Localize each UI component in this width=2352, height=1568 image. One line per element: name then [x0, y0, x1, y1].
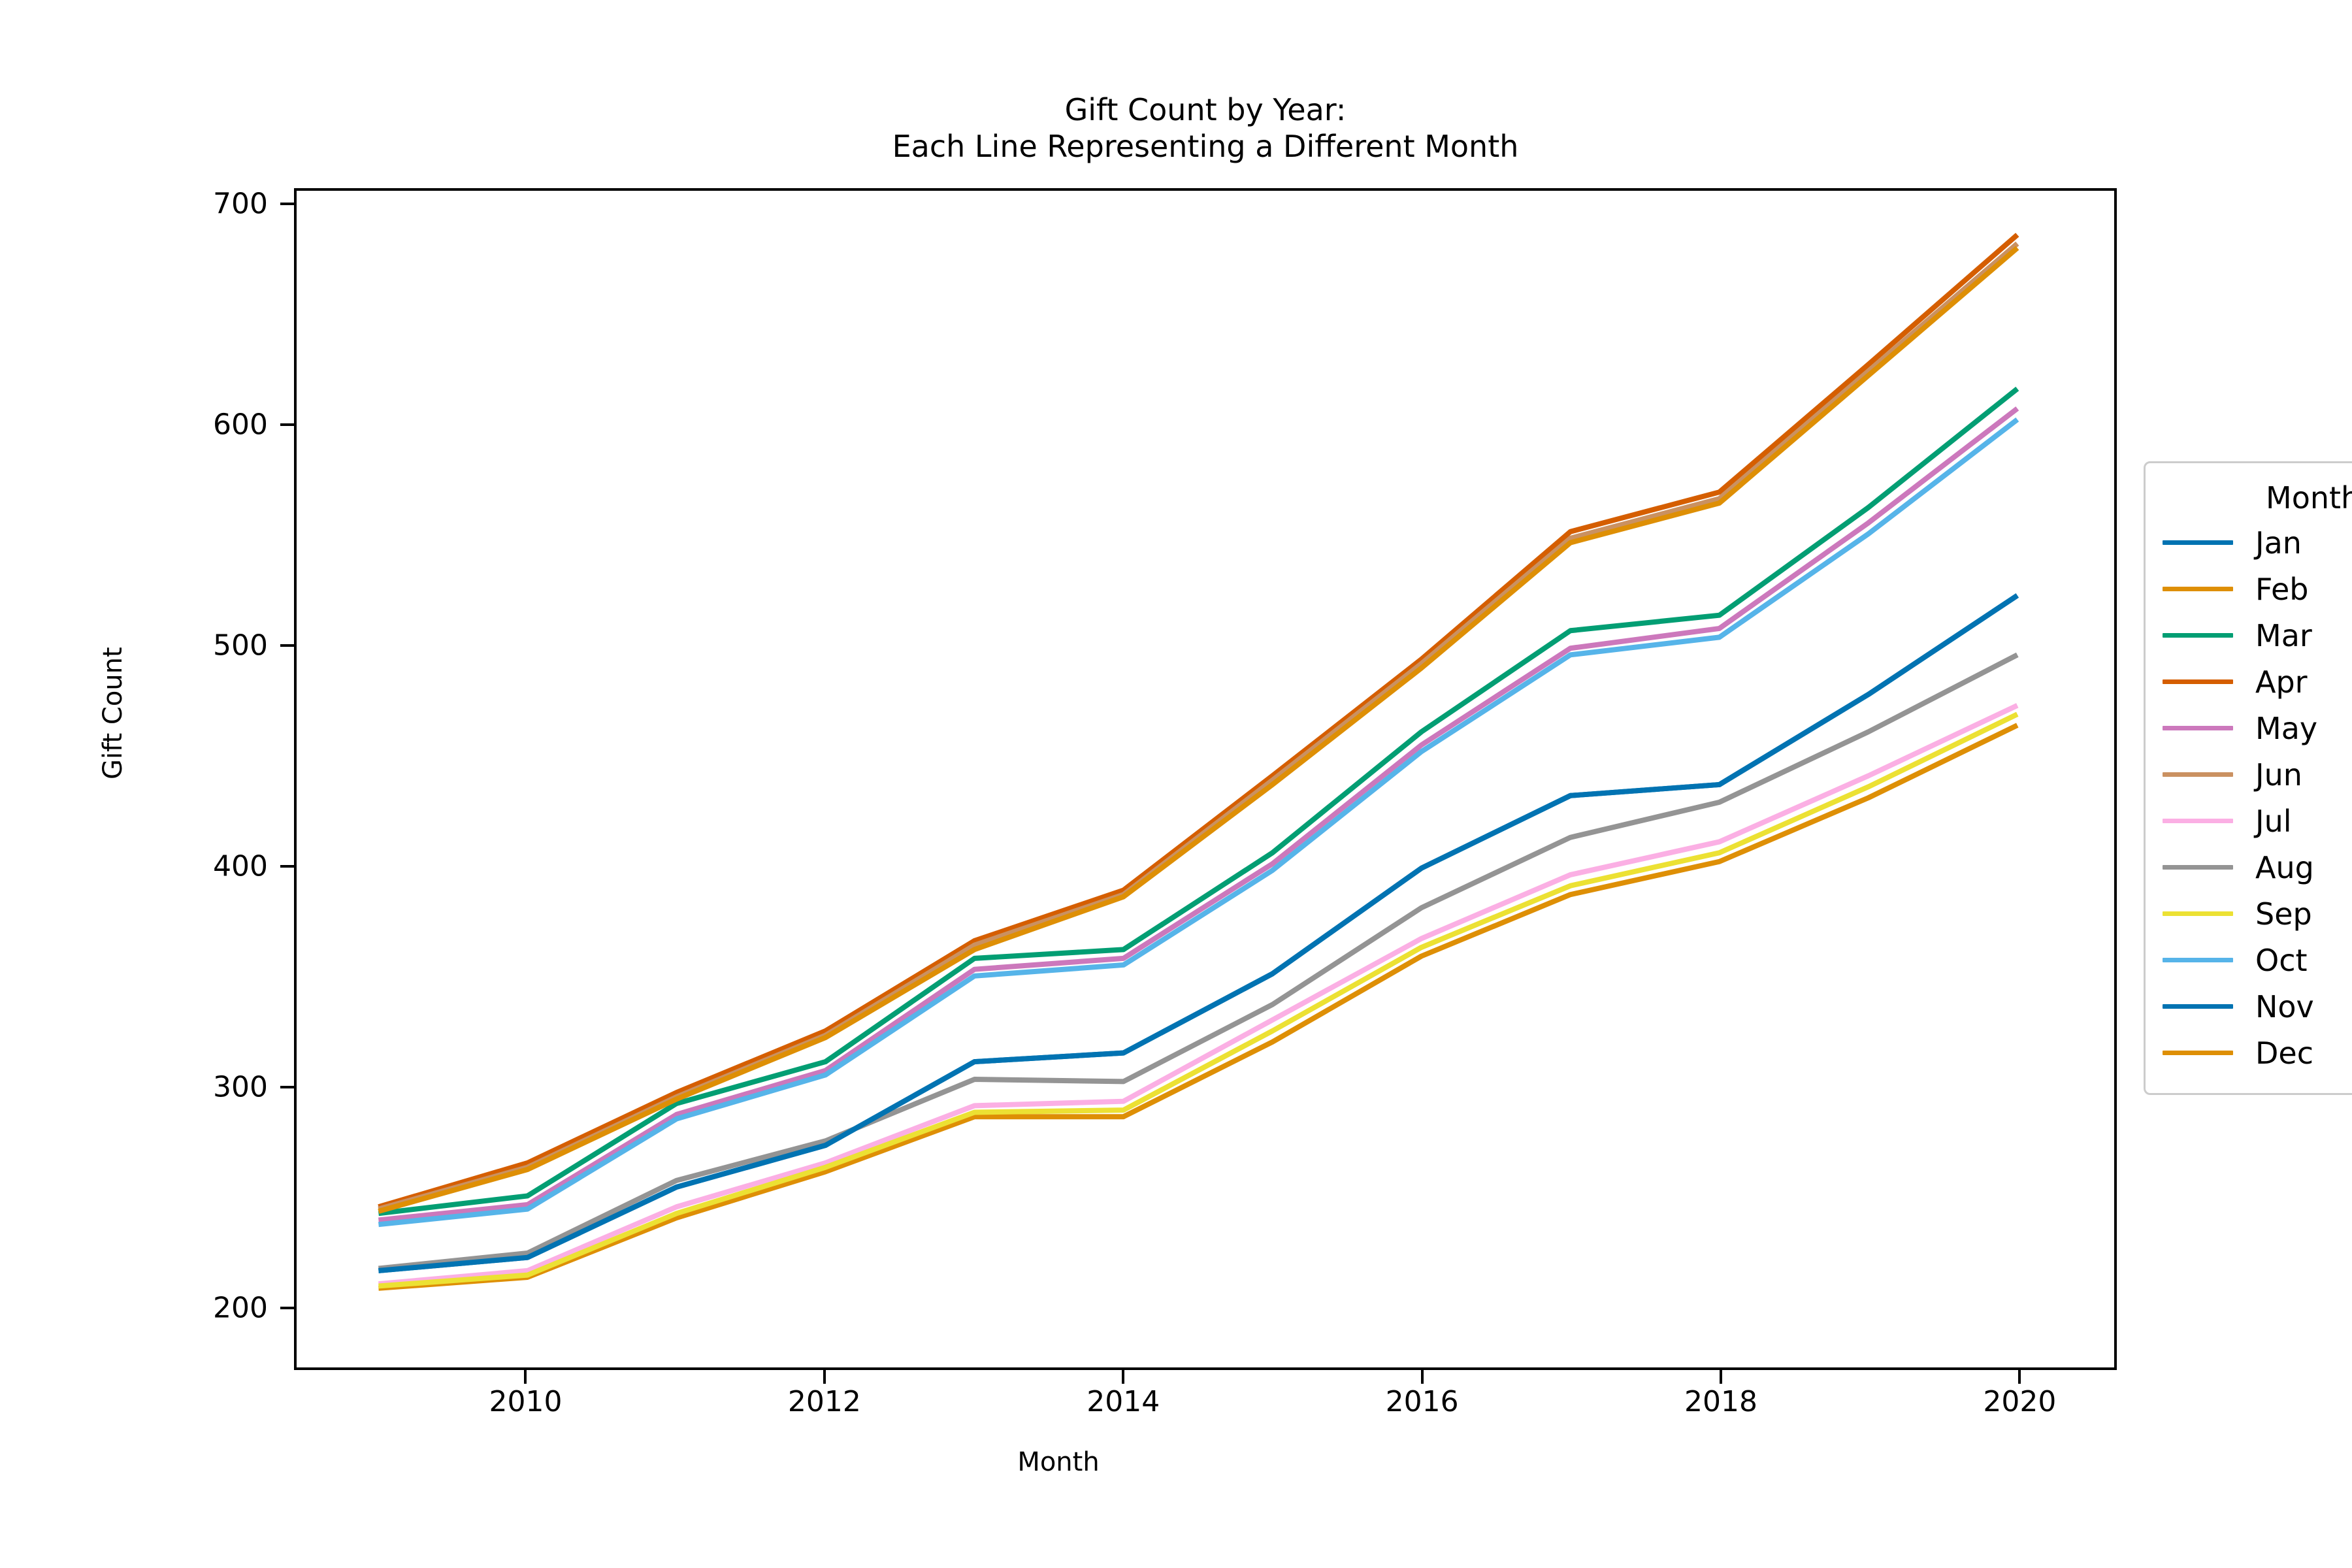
- legend-item-label: Jul: [2255, 803, 2292, 839]
- y-tick-label: 500: [213, 629, 268, 662]
- legend-item-label: Nov: [2255, 988, 2314, 1024]
- y-tick-label: 700: [213, 187, 268, 221]
- legend-swatch-wrap: [2146, 819, 2250, 823]
- legend-color-swatch-icon: [2163, 540, 2233, 545]
- legend-swatch-wrap: [2146, 587, 2250, 591]
- legend-swatch-wrap: [2146, 540, 2250, 545]
- legend-color-swatch-icon: [2163, 679, 2233, 684]
- y-tick-mark: [280, 423, 294, 426]
- legend-item-sep[interactable]: Sep: [2146, 890, 2352, 937]
- legend-color-swatch-icon: [2163, 772, 2233, 777]
- legend-item-jan[interactable]: Jan: [2146, 519, 2352, 566]
- x-tick-label: 2020: [1983, 1385, 2057, 1418]
- chart-title-line-2: Each Line Representing a Different Month: [892, 129, 1519, 165]
- legend-item-jul[interactable]: Jul: [2146, 798, 2352, 844]
- legend-item-label: Oct: [2255, 942, 2308, 978]
- x-tick-mark: [1719, 1370, 1722, 1384]
- legend-item-label: Mar: [2255, 617, 2312, 653]
- legend-item-label: Sep: [2255, 896, 2312, 932]
- x-tick-label: 2016: [1385, 1385, 1459, 1418]
- legend-item-mar[interactable]: Mar: [2146, 612, 2352, 659]
- legend: Month_ Jan Feb Mar Apr May Jun Jul Aug Sep Oct Nov…: [2144, 461, 2352, 1095]
- x-tick-label: 2012: [787, 1385, 861, 1418]
- legend-swatch-wrap: [2146, 1004, 2250, 1009]
- chart-title-line-1: Gift Count by Year:: [1064, 92, 1347, 127]
- line-series-sep: [378, 711, 2019, 1289]
- legend-item-oct[interactable]: Oct: [2146, 937, 2352, 983]
- legend-color-swatch-icon: [2163, 1004, 2233, 1009]
- x-tick-label: 2018: [1684, 1385, 1757, 1418]
- y-tick-label: 200: [213, 1291, 268, 1325]
- x-axis-label: Month: [1017, 1447, 1100, 1477]
- legend-color-swatch-icon: [2163, 865, 2233, 870]
- line-series-layer: [378, 233, 2019, 1291]
- x-tick-mark: [1420, 1370, 1424, 1384]
- legend-color-swatch-icon: [2163, 958, 2233, 962]
- legend-color-swatch-icon: [2163, 819, 2233, 823]
- legend-item-apr[interactable]: Apr: [2146, 659, 2352, 705]
- y-tick-mark: [280, 865, 294, 868]
- line-series-nov: [378, 593, 2019, 1273]
- legend-item-label: Dec: [2255, 1035, 2314, 1071]
- line-series-mar: [378, 386, 2019, 1217]
- legend-swatch-wrap: [2146, 958, 2250, 962]
- legend-item-label: Jun: [2255, 757, 2302, 792]
- y-tick-label: 400: [213, 849, 268, 883]
- line-series-may: [378, 406, 2019, 1223]
- line-series-jan: [378, 593, 2019, 1273]
- y-tick-label: 300: [213, 1070, 268, 1104]
- legend-swatch-wrap: [2146, 865, 2250, 870]
- x-tick-mark: [524, 1370, 527, 1384]
- legend-entries: Jan Feb Mar Apr May Jun Jul Aug Sep Oct Nov Dec: [2146, 519, 2352, 1076]
- x-tick-label: 2014: [1086, 1385, 1160, 1418]
- legend-item-label: Feb: [2255, 571, 2309, 607]
- y-tick-mark: [280, 1307, 294, 1310]
- y-tick-mark: [280, 644, 294, 647]
- x-tick-mark: [823, 1370, 826, 1384]
- legend-color-swatch-icon: [2163, 633, 2233, 638]
- y-axis-label: Gift Count: [98, 647, 128, 779]
- legend-item-dec[interactable]: Dec: [2146, 1030, 2352, 1076]
- figure-canvas: Gift Count by Year: Each Line Representi…: [0, 0, 2352, 1568]
- legend-color-swatch-icon: [2163, 726, 2233, 730]
- legend-color-swatch-icon: [2163, 587, 2233, 591]
- legend-color-swatch-icon: [2163, 911, 2233, 916]
- chart-title: Gift Count by Year: Each Line Representi…: [294, 91, 2117, 165]
- legend-swatch-wrap: [2146, 633, 2250, 638]
- legend-swatch-wrap: [2146, 679, 2250, 684]
- x-tick-mark: [1122, 1370, 1125, 1384]
- legend-color-swatch-icon: [2163, 1051, 2233, 1055]
- legend-swatch-wrap: [2146, 772, 2250, 777]
- line-series-dec: [378, 246, 2019, 1214]
- legend-swatch-wrap: [2146, 911, 2250, 916]
- legend-swatch-wrap: [2146, 726, 2250, 730]
- legend-item-aug[interactable]: Aug: [2146, 844, 2352, 890]
- y-tick-mark: [280, 1086, 294, 1089]
- legend-item-label: Jan: [2255, 525, 2302, 561]
- y-tick-label: 600: [213, 408, 268, 442]
- x-tick-label: 2010: [489, 1385, 563, 1418]
- legend-item-jun[interactable]: Jun: [2146, 751, 2352, 798]
- legend-item-nov[interactable]: Nov: [2146, 983, 2352, 1030]
- line-series-aug: [378, 652, 2019, 1271]
- legend-item-label: Aug: [2255, 849, 2314, 885]
- line-series-jul: [378, 703, 2019, 1287]
- y-tick-mark: [280, 202, 294, 205]
- legend-item-label: May: [2255, 710, 2318, 746]
- plot-area: [294, 188, 2117, 1370]
- legend-item-may[interactable]: May: [2146, 705, 2352, 751]
- legend-item-label: Apr: [2255, 664, 2308, 700]
- legend-item-feb[interactable]: Feb: [2146, 566, 2352, 612]
- line-series-oct: [378, 417, 2019, 1228]
- x-tick-mark: [2018, 1370, 2021, 1384]
- legend-swatch-wrap: [2146, 1051, 2250, 1055]
- legend-title: Month_: [2266, 480, 2352, 515]
- line-series-jun: [378, 241, 2019, 1212]
